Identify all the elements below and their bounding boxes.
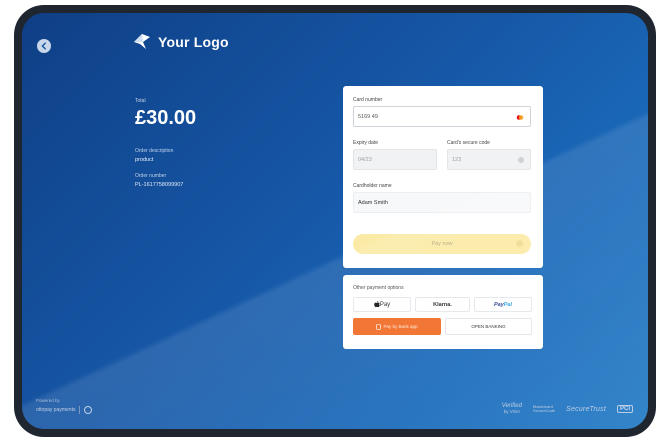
brand-logo: Your Logo: [132, 33, 229, 51]
logo-icon: [134, 34, 150, 49]
verified-by-visa-badge: Verified by VISA: [502, 403, 522, 414]
open-banking-label: OPEN BANKING: [471, 324, 506, 329]
tablet-frame: Your Logo Total £30.00 Order description…: [14, 5, 656, 437]
paypal-label-pay: Pay: [493, 301, 504, 308]
phone-icon: [376, 323, 382, 330]
expiry-input[interactable]: 04/23: [353, 149, 437, 170]
total-label: Total: [135, 98, 146, 104]
card-number-value: 5169 49: [358, 113, 378, 120]
provider-brand: ottopay payments: [36, 407, 76, 413]
order-number-value: PL-1617758099907: [135, 182, 184, 188]
apple-pay-label: Pay: [379, 301, 391, 308]
arrow-left-icon: [41, 42, 46, 50]
back-button[interactable]: [37, 39, 51, 53]
powered-by: Powered by ottopay payments: [36, 398, 93, 414]
paypal-button[interactable]: Pay Pal: [474, 297, 532, 312]
security-badges: Verified by VISA Mastercard SecureCode S…: [502, 403, 633, 414]
order-description-value: product: [135, 157, 154, 163]
klarna-button[interactable]: Klarna.: [415, 297, 470, 312]
pay-button-label: Pay now: [431, 241, 453, 247]
powered-by-label: Powered by: [36, 398, 60, 403]
card-number-input[interactable]: 5169 49: [353, 106, 531, 127]
pay-by-bank-button[interactable]: Pay by Bank app: [353, 318, 441, 335]
other-payment-title: Other payment options: [353, 285, 404, 291]
apple-pay-button[interactable]: Pay: [353, 297, 411, 312]
payment-screen: Your Logo Total £30.00 Order description…: [22, 13, 648, 429]
card-number-label: Card number: [353, 97, 383, 103]
cardholder-label: Cardholder name: [353, 183, 392, 189]
globe-icon: [84, 406, 93, 414]
security-code-input[interactable]: 123: [447, 149, 531, 170]
verified-by-visa-bottom: by VISA: [503, 409, 520, 414]
lock-icon: [516, 240, 523, 247]
order-amount: £30.00: [135, 107, 197, 129]
footer-divider: [79, 406, 81, 414]
other-payment-panel: Other payment options Pay Klarna. Pay Pal…: [343, 275, 543, 349]
cardholder-value: Adam Smith: [358, 199, 388, 206]
order-description-label: Order description: [135, 148, 174, 154]
logo-text: Your Logo: [158, 34, 229, 50]
security-code-label: Card's secure code: [447, 140, 490, 146]
order-summary: Total £30.00 Order description product O…: [135, 98, 196, 188]
pay-by-bank-label: Pay by Bank app: [383, 324, 418, 329]
pay-button[interactable]: Pay now: [353, 234, 531, 254]
expiry-label: Expiry date: [353, 140, 379, 146]
mastercard-securecode-badge: Mastercard SecureCode: [532, 404, 556, 414]
order-number-label: Order number: [135, 173, 167, 179]
pci-badge: PCI: [616, 405, 633, 413]
card-form-panel: Card number 5169 49 Expiry date 04/23 Ca…: [343, 86, 543, 268]
open-banking-button[interactable]: OPEN BANKING: [445, 318, 532, 335]
cardholder-input[interactable]: Adam Smith: [353, 192, 531, 213]
expiry-placeholder: 04/23: [358, 156, 372, 163]
mastercard-icon: [516, 115, 524, 120]
klarna-label: Klarna.: [433, 301, 452, 308]
cvc-info-icon: [518, 157, 524, 163]
mastercard-badge-line2: SecureCode: [532, 408, 556, 413]
paypal-label-pal: Pal: [503, 301, 513, 308]
securetrust-badge: SecureTrust: [566, 405, 606, 413]
security-code-placeholder: 123: [452, 156, 462, 163]
